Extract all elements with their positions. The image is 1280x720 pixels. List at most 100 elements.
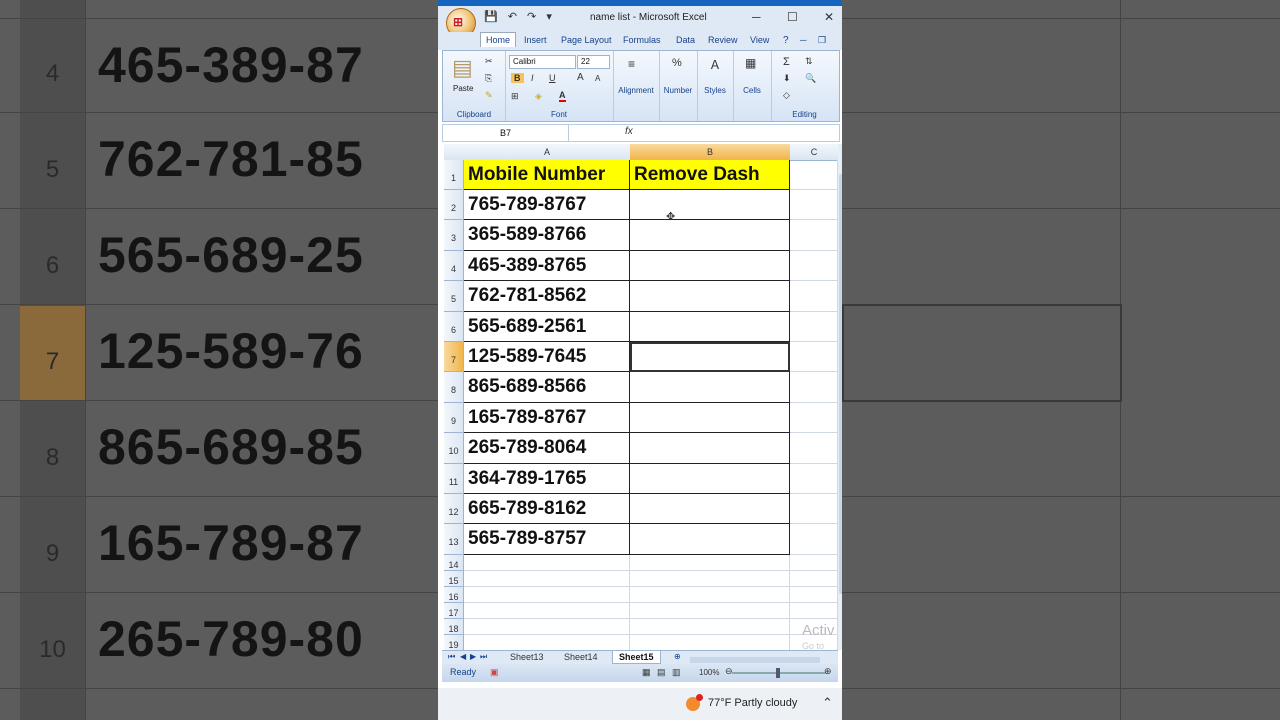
fill-icon[interactable]: ⬇ — [783, 73, 791, 84]
row-header[interactable]: 8 — [444, 372, 464, 403]
row-header[interactable]: 4 — [444, 250, 464, 282]
row-header[interactable]: 19 — [444, 634, 464, 651]
row-header[interactable]: 3 — [444, 220, 464, 251]
shrink-font-button[interactable]: A — [595, 74, 600, 83]
sheet-tab-sheet14[interactable]: Sheet14 — [564, 652, 598, 662]
table-cell-mobile-number[interactable]: 865-689-8566 — [464, 372, 630, 403]
alignment-button[interactable]: Alignment — [613, 86, 659, 95]
last-sheet-icon[interactable]: ⏭ — [480, 652, 487, 662]
weather-text[interactable]: 77°F Partly cloudy — [708, 697, 797, 709]
table-cell-remove-dash[interactable] — [630, 372, 790, 403]
row-header[interactable]: 17 — [444, 602, 464, 619]
italic-button[interactable]: I — [531, 73, 534, 83]
minimize-button[interactable]: ─ — [752, 10, 761, 24]
row-header[interactable]: 7 — [444, 342, 464, 373]
table-cell-remove-dash[interactable] — [630, 190, 790, 221]
font-color-button[interactable]: A — [559, 90, 566, 102]
row-header[interactable]: 5 — [444, 281, 464, 312]
row-header[interactable]: 18 — [444, 618, 464, 635]
tab-home[interactable]: Home — [480, 32, 517, 47]
table-cell-mobile-number[interactable]: 665-789-8162 — [464, 494, 630, 525]
cell[interactable] — [790, 433, 838, 464]
prev-sheet-icon[interactable]: ◀ — [460, 652, 466, 661]
close-button[interactable]: ✕ — [824, 10, 834, 24]
cell[interactable] — [630, 634, 790, 651]
cell[interactable] — [790, 494, 838, 525]
table-cell-mobile-number[interactable]: 465-389-8765 — [464, 250, 630, 282]
cell[interactable] — [790, 160, 838, 190]
name-box[interactable]: B7 — [443, 125, 569, 141]
autosum-button[interactable]: Σ — [783, 56, 790, 68]
tab-data[interactable]: Data — [676, 35, 695, 45]
cells-button[interactable]: Cells — [733, 86, 771, 95]
bold-button[interactable]: B — [511, 73, 524, 83]
find-select-icon[interactable]: 🔍 — [805, 73, 816, 84]
cell[interactable] — [630, 554, 790, 571]
tab-review[interactable]: Review — [708, 35, 738, 45]
table-cell-mobile-number[interactable]: 765-789-8767 — [464, 190, 630, 221]
cell[interactable] — [790, 372, 838, 403]
cell[interactable] — [790, 524, 838, 555]
table-cell-remove-dash[interactable] — [630, 250, 790, 282]
cell[interactable] — [790, 311, 838, 342]
cell[interactable] — [790, 220, 838, 251]
cell[interactable] — [464, 570, 630, 587]
page-layout-view-icon[interactable]: ▤ — [657, 667, 666, 678]
column-header-a[interactable]: A — [464, 144, 631, 161]
cell[interactable] — [790, 281, 838, 312]
insert-function-button[interactable]: fx — [625, 126, 633, 137]
copy-icon[interactable]: ⎘ — [485, 73, 492, 84]
clear-icon[interactable]: ◇ — [783, 90, 790, 101]
select-all-button[interactable] — [444, 144, 465, 161]
tab-formulas[interactable]: Formulas — [623, 35, 661, 45]
fill-color-icon[interactable]: ◈ — [535, 91, 542, 102]
underline-button[interactable]: U — [549, 73, 556, 83]
cell[interactable] — [464, 602, 630, 619]
styles-icon[interactable]: Ａ — [709, 56, 721, 73]
horizontal-scrollbar[interactable] — [690, 657, 820, 663]
grow-font-button[interactable]: A — [577, 72, 584, 83]
ribbon-minimize-icon[interactable]: ─ — [800, 35, 806, 45]
zoom-level[interactable]: 100% — [699, 668, 719, 677]
insert-sheet-icon[interactable]: ⊕ — [674, 652, 681, 661]
table-cell-mobile-number[interactable]: 762-781-8562 — [464, 281, 630, 312]
row-header[interactable]: 12 — [444, 494, 464, 525]
cell[interactable] — [630, 570, 790, 587]
header-cell-mobile-number[interactable]: Mobile Number — [464, 160, 630, 190]
vertical-scrollbar[interactable] — [838, 144, 842, 650]
table-cell-remove-dash[interactable] — [630, 433, 790, 464]
row-header[interactable]: 15 — [444, 570, 464, 587]
row-header[interactable]: 6 — [444, 311, 464, 342]
number-button[interactable]: Number — [659, 86, 697, 95]
undo-icon[interactable]: ↶ — [508, 11, 517, 23]
zoom-in-icon[interactable]: ⊕ — [824, 666, 832, 677]
normal-view-icon[interactable]: ▦ — [642, 667, 651, 678]
cell[interactable] — [630, 586, 790, 603]
cell[interactable] — [790, 190, 838, 221]
cell[interactable] — [464, 586, 630, 603]
save-icon[interactable]: 💾 — [484, 11, 498, 23]
table-cell-remove-dash[interactable] — [630, 402, 790, 434]
format-painter-icon[interactable]: ✎ — [485, 90, 493, 101]
first-sheet-icon[interactable]: ⏮ — [448, 652, 455, 662]
cell[interactable] — [790, 570, 838, 587]
styles-button[interactable]: Styles — [697, 86, 733, 95]
table-cell-mobile-number[interactable]: 365-589-8766 — [464, 220, 630, 251]
row-header[interactable]: 2 — [444, 190, 464, 221]
table-cell-remove-dash[interactable] — [630, 281, 790, 312]
row-header[interactable]: 13 — [444, 524, 464, 555]
sort-filter-icon[interactable]: ⇅ — [805, 56, 813, 67]
paste-icon[interactable]: ▤ — [452, 55, 473, 81]
cell[interactable] — [790, 586, 838, 603]
sheet-tab-sheet15[interactable]: Sheet15 — [612, 651, 661, 664]
table-cell-mobile-number[interactable]: 125-589-7645 — [464, 342, 630, 373]
row-header[interactable]: 16 — [444, 586, 464, 603]
table-cell-mobile-number[interactable]: 565-689-2561 — [464, 311, 630, 342]
zoom-slider-knob[interactable] — [776, 668, 780, 678]
font-name-select[interactable]: Calibri — [509, 55, 576, 69]
customize-qat-icon[interactable]: ▾ — [546, 11, 552, 23]
cell[interactable] — [464, 554, 630, 571]
table-cell-mobile-number[interactable]: 364-789-1765 — [464, 463, 630, 494]
table-cell-remove-dash[interactable] — [630, 220, 790, 251]
column-header-b[interactable]: B — [630, 144, 791, 161]
